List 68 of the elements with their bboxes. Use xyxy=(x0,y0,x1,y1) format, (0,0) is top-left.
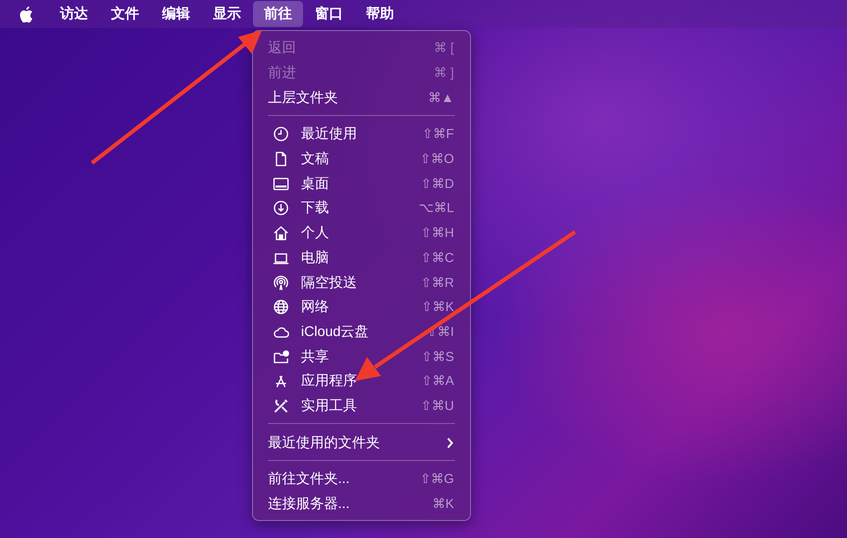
clock-icon xyxy=(273,126,289,142)
menu-item-label: 实用工具 xyxy=(301,396,358,415)
keyboard-shortcut: ⇧⌘U xyxy=(420,398,454,414)
menu-item[interactable]: 实用工具 ⇧⌘U xyxy=(253,394,470,418)
menu-item[interactable]: 电脑 ⇧⌘C xyxy=(253,246,470,270)
menu-item-label: 最近使用 xyxy=(301,125,358,144)
home-icon xyxy=(273,225,289,242)
menu-item-label: 连接服务器... xyxy=(268,495,351,514)
menu-item-label: 网络 xyxy=(301,298,330,316)
menu-item-label: 前往文件夹... xyxy=(268,470,351,488)
menu-item[interactable]: 上层文件夹 ⌘▲ xyxy=(253,85,470,110)
menu-item-label: 前进 xyxy=(268,64,297,82)
apps-icon xyxy=(273,373,289,390)
menu-item-label: 下载 xyxy=(301,199,330,218)
keyboard-shortcut: ⇧⌘G xyxy=(420,471,454,488)
menu-item-label: iCloud云盘 xyxy=(301,322,370,341)
menu-item[interactable]: 网络 ⇧⌘K xyxy=(253,294,470,320)
download-icon xyxy=(273,200,289,216)
menu-bar-item[interactable]: 访达 xyxy=(49,1,99,27)
menu-item-label: 应用程序 xyxy=(301,372,358,390)
menu-bar-item[interactable]: 帮助 xyxy=(355,1,405,27)
menu-item-label: 文稿 xyxy=(301,150,330,168)
menu-item[interactable]: 连接服务器... ⌘K xyxy=(253,492,470,516)
menu-item[interactable]: 最近使用 ⇧⌘F xyxy=(253,122,470,147)
keyboard-shortcut: ⇧⌘H xyxy=(420,225,454,242)
desktop-icon xyxy=(273,176,289,192)
tools-icon xyxy=(273,398,289,414)
menu-item-label: 共享 xyxy=(301,348,330,366)
menu-item-label: 桌面 xyxy=(301,174,330,193)
menu-item-label: 最近使用的文件夹 xyxy=(268,434,381,452)
menu-item-label: 个人 xyxy=(301,224,330,242)
keyboard-shortcut: ⌘ [ xyxy=(434,40,454,56)
menu-item[interactable]: 共享 ⇧⌘S xyxy=(253,344,470,369)
menu-bar-item[interactable]: 编辑 xyxy=(151,1,201,27)
keyboard-shortcut: ⇧⌘K xyxy=(421,299,454,316)
menu-item[interactable]: 个人 ⇧⌘H xyxy=(253,220,470,246)
airdrop-icon xyxy=(273,274,289,291)
menu-item-label: 隔空投送 xyxy=(301,274,358,292)
keyboard-shortcut: ⌘▲ xyxy=(428,90,454,106)
menu-item[interactable]: 最近使用的文件夹 xyxy=(253,430,470,455)
document-icon xyxy=(273,151,289,168)
apple-logo-icon[interactable] xyxy=(19,6,33,22)
keyboard-shortcut: ⇧⌘S xyxy=(421,348,454,365)
keyboard-shortcut: ⇧⌘O xyxy=(420,151,454,168)
menu-bar-item[interactable]: 窗口 xyxy=(304,1,354,27)
keyboard-shortcut: ⇧⌘F xyxy=(422,126,454,142)
menu-item[interactable]: 文稿 ⇧⌘O xyxy=(253,146,470,172)
menu-item[interactable]: 下载 ⌥⌘L xyxy=(253,196,470,221)
chevron-right-icon xyxy=(446,436,454,449)
keyboard-shortcut: ⇧⌘R xyxy=(420,274,454,291)
keyboard-shortcut: ⇧⌘D xyxy=(420,176,454,192)
menu-item-label: 上层文件夹 xyxy=(268,88,339,107)
keyboard-shortcut: ⇧⌘C xyxy=(420,250,454,266)
menu-item[interactable]: 应用程序 ⇧⌘A xyxy=(253,368,470,394)
menu-bar-item[interactable]: 前往 xyxy=(253,1,303,27)
menu-item[interactable]: 桌面 ⇧⌘D xyxy=(253,171,470,196)
keyboard-shortcut: ⌥⌘L xyxy=(418,200,454,216)
menu-item[interactable]: 隔空投送 ⇧⌘R xyxy=(253,270,470,295)
shared-icon xyxy=(273,348,289,365)
menu-bar-item[interactable]: 文件 xyxy=(100,1,150,27)
keyboard-shortcut: ⌘ ] xyxy=(434,65,454,82)
keyboard-shortcut: ⌘K xyxy=(432,496,454,512)
menu-item[interactable]: 前往文件夹... ⇧⌘G xyxy=(253,467,470,492)
menu-item-label: 返回 xyxy=(268,39,297,58)
keyboard-shortcut: ⇧⌘A xyxy=(421,373,454,390)
menu-item-label: 电脑 xyxy=(301,248,330,267)
globe-icon xyxy=(273,299,289,316)
menu-bar-item[interactable]: 显示 xyxy=(202,1,252,27)
